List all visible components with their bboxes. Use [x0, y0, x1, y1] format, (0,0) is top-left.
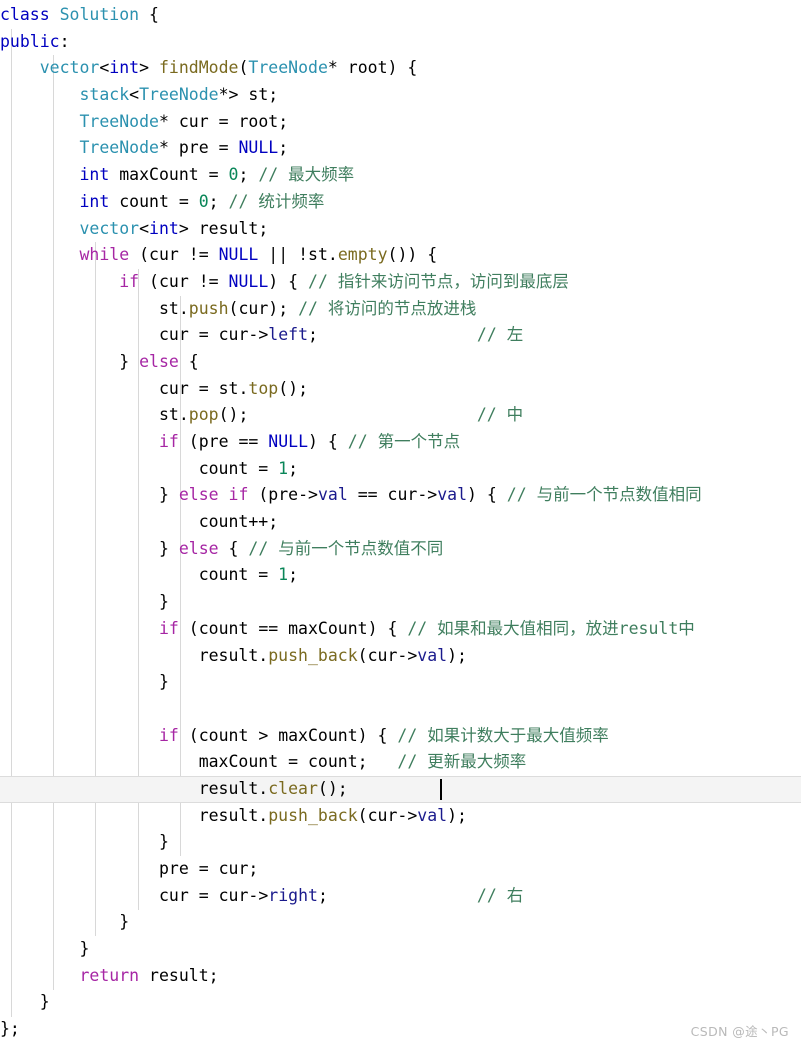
code-line-text: } else if (pre->val == cur->val) { // 与前…	[158, 485, 702, 505]
code-line[interactable]: while (cur != NULL || !st.empty()) {	[0, 242, 801, 269]
code-line[interactable]: if (count == maxCount) { // 如果和最大值相同，放进r…	[0, 616, 801, 643]
code-line-text: } else { // 与前一个节点数值不同	[158, 538, 444, 558]
code-line[interactable]: pre = cur;	[0, 856, 801, 883]
code-line-text: }	[119, 912, 130, 932]
code-line-text: int maxCount = 0; // 最大频率	[79, 165, 355, 185]
code-line[interactable]: int maxCount = 0; // 最大频率	[0, 162, 801, 189]
code-line-text: result.push_back(cur->val);	[198, 805, 467, 825]
code-line[interactable]: vector<int> findMode(TreeNode* root) {	[0, 55, 801, 82]
code-line[interactable]: vector<int> result;	[0, 216, 801, 243]
code-line[interactable]: }	[0, 829, 801, 856]
code-line-text: if (count > maxCount) { // 如果计数大于最大值频率	[158, 725, 609, 745]
code-line-text: public:	[0, 31, 70, 51]
code-line[interactable]: return result;	[0, 963, 801, 990]
code-line[interactable]: }	[0, 669, 801, 696]
code-line-text: }	[158, 672, 169, 692]
code-line-text: vector<int> findMode(TreeNode* root) {	[39, 58, 418, 78]
code-line[interactable]: if (count > maxCount) { // 如果计数大于最大值频率	[0, 723, 801, 750]
code-line-text: cur = cur->left; // 左	[158, 325, 524, 345]
code-line-text: count = 1;	[198, 458, 299, 478]
code-line[interactable]: st.pop(); // 中	[0, 402, 801, 429]
code-line-text: if (count == maxCount) { // 如果和最大值相同，放进r…	[158, 618, 695, 638]
code-line[interactable]: stack<TreeNode*> st;	[0, 82, 801, 109]
code-line-text: if (cur != NULL) { // 指针来访问节点，访问到最底层	[119, 271, 569, 291]
code-line[interactable]: cur = cur->left; // 左	[0, 322, 801, 349]
code-line[interactable]: cur = cur->right; // 右	[0, 883, 801, 910]
code-line-text: result.push_back(cur->val);	[198, 645, 467, 665]
code-line[interactable]: }	[0, 936, 801, 963]
code-line[interactable]: if (pre == NULL) { // 第一个节点	[0, 429, 801, 456]
code-line-text: TreeNode* pre = NULL;	[79, 138, 289, 158]
code-line[interactable]: cur = st.top();	[0, 376, 801, 403]
code-line-text: TreeNode* cur = root;	[79, 111, 289, 131]
code-line[interactable]: }	[0, 989, 801, 1016]
code-line-text: count = 1;	[198, 565, 299, 585]
code-line[interactable]: } else {	[0, 349, 801, 376]
code-line[interactable]: public:	[0, 29, 801, 56]
code-line[interactable]: count = 1;	[0, 456, 801, 483]
code-editor-view[interactable]: class Solution { public: vector<int> find…	[0, 0, 801, 1051]
code-line[interactable]: } else { // 与前一个节点数值不同	[0, 536, 801, 563]
code-line[interactable]: };	[0, 1016, 801, 1043]
code-line-text: result.clear();	[198, 778, 348, 798]
code-line[interactable]: TreeNode* cur = root;	[0, 109, 801, 136]
code-line[interactable]: st.push(cur); // 将访问的节点放进栈	[0, 296, 801, 323]
code-line-text: vector<int> result;	[79, 218, 269, 238]
code-line[interactable]: result.push_back(cur->val);	[0, 803, 801, 830]
code-line[interactable]: } else if (pre->val == cur->val) { // 与前…	[0, 482, 801, 509]
code-line[interactable]: int count = 0; // 统计频率	[0, 189, 801, 216]
code-line-text: };	[0, 1019, 20, 1039]
code-line-text: maxCount = count; // 更新最大频率	[198, 752, 527, 772]
code-line-text: while (cur != NULL || !st.empty()) {	[79, 245, 438, 265]
code-line-text: }	[158, 592, 169, 612]
code-content[interactable]: class Solution { public: vector<int> find…	[0, 0, 801, 1043]
code-line-text: }	[79, 939, 90, 959]
code-line-text: cur = cur->right; // 右	[158, 885, 524, 905]
text-cursor	[440, 778, 442, 800]
csdn-watermark: CSDN @途丶PG	[690, 1024, 789, 1040]
code-line-text: }	[158, 832, 169, 852]
code-line[interactable]: maxCount = count; // 更新最大频率	[0, 749, 801, 776]
code-line[interactable]	[0, 696, 801, 723]
code-line-text: count++;	[198, 512, 279, 532]
code-line-text: stack<TreeNode*> st;	[79, 85, 279, 105]
code-line-text: st.pop(); // 中	[158, 405, 524, 425]
code-line-text: } else {	[119, 351, 199, 371]
code-line[interactable]: if (cur != NULL) { // 指针来访问节点，访问到最底层	[0, 269, 801, 296]
code-line[interactable]: result.clear();	[0, 775, 801, 803]
code-line[interactable]: TreeNode* pre = NULL;	[0, 135, 801, 162]
code-line-text: if (pre == NULL) { // 第一个节点	[158, 432, 461, 451]
code-line[interactable]: class Solution {	[0, 2, 801, 29]
code-line-text: cur = st.top();	[158, 378, 309, 398]
code-line[interactable]: }	[0, 589, 801, 616]
code-line-text: st.push(cur); // 将访问的节点放进栈	[158, 298, 477, 318]
code-line[interactable]: count++;	[0, 509, 801, 536]
code-line-text: pre = cur;	[158, 859, 259, 878]
code-line-text: return result;	[79, 965, 219, 985]
code-line-text: }	[39, 992, 50, 1012]
code-line[interactable]: result.push_back(cur->val);	[0, 643, 801, 670]
code-line[interactable]: }	[0, 909, 801, 936]
code-line-text: class Solution {	[0, 5, 159, 24]
code-line[interactable]: count = 1;	[0, 562, 801, 589]
code-line-text: int count = 0; // 统计频率	[79, 191, 325, 211]
